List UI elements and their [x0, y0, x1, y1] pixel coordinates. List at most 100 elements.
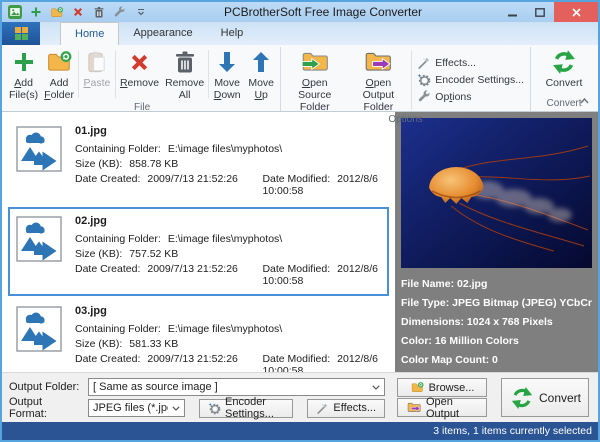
convert-button[interactable]: Convert: [501, 378, 589, 417]
application-menu-button[interactable]: [2, 22, 40, 45]
modified-label: Date Modified:: [262, 173, 330, 185]
open-output-folder-icon: [406, 401, 422, 414]
file-list-item-02[interactable]: 02.jpg Containing Folder:E:\image files\…: [8, 207, 389, 296]
wrench-icon: [417, 90, 431, 104]
add-folder-button[interactable]: AddFolder: [41, 47, 77, 101]
toolbar-more-icon[interactable]: [133, 5, 148, 20]
open-source-folder-icon: [300, 49, 330, 75]
open-source-folder-label: Open SourceFolder: [286, 77, 343, 113]
gear-icon: [417, 73, 431, 87]
add-file-icon[interactable]: [28, 5, 43, 20]
ribbon-group-label-options: Options: [282, 113, 529, 126]
output-settings: Output Folder: [ Same as source image ] …: [9, 378, 385, 417]
image-thumbnail-icon: [16, 216, 62, 262]
file-details: 02.jpg Containing Folder:E:\image files\…: [75, 213, 393, 290]
open-output-folder-button[interactable]: Open OutputFolder: [346, 47, 410, 113]
maximize-button[interactable]: [526, 2, 554, 22]
file-list: 01.jpg Containing Folder: E:\image files\…: [2, 112, 395, 372]
encoder-settings-button-bottom[interactable]: Encoder Settings...: [199, 399, 293, 418]
add-file-icon: [12, 49, 36, 75]
close-button[interactable]: [554, 2, 598, 22]
add-folder-icon: [46, 49, 73, 75]
created-value: 2009/7/13 21:52:26: [147, 263, 238, 275]
folder-label: Containing Folder:: [75, 233, 161, 245]
paste-button[interactable]: Paste: [80, 47, 114, 101]
add-folder-icon[interactable]: [49, 5, 64, 20]
file-details: 01.jpg Containing Folder:E:\image files\…: [75, 123, 393, 200]
file-list-item-03[interactable]: 03.jpg Containing Folder:E:\image files\…: [8, 297, 389, 372]
move-down-button[interactable]: MoveDown: [210, 47, 244, 101]
open-output-button[interactable]: Open Output: [397, 398, 487, 417]
ribbon: AddFile(s) AddFolder Paste Remove: [2, 45, 598, 112]
convert-button-ribbon[interactable]: Convert: [543, 47, 586, 97]
folder-value: E:\image files\myphotos\: [168, 323, 282, 335]
modified-label: Date Modified:: [262, 353, 330, 365]
image-thumbnail-icon: [16, 126, 62, 172]
preview-info: File Name: 02.jpg File Type: JPEG Bitmap…: [401, 278, 592, 366]
modified-label: Date Modified:: [262, 263, 330, 275]
app-image-icon[interactable]: [7, 5, 22, 20]
file-details: 03.jpg Containing Folder: E:\image files\…: [75, 303, 393, 372]
status-text: 3 items, 1 items currently selected: [433, 425, 592, 437]
window-controls: [498, 2, 598, 22]
tab-home[interactable]: Home: [60, 22, 119, 45]
convert-button-label: Convert: [539, 391, 581, 405]
chevron-down-icon: [372, 385, 380, 390]
move-up-button[interactable]: MoveUp: [244, 47, 278, 101]
remove-button[interactable]: Remove: [117, 47, 162, 101]
ribbon-group-label-file: File: [5, 101, 279, 114]
paste-label: Paste: [84, 77, 111, 89]
arrow-down-icon: [217, 49, 237, 75]
output-folder-label: Output Folder:: [9, 381, 82, 393]
size-label: Size (KB):: [75, 338, 122, 350]
main-area: 01.jpg Containing Folder: E:\image files\…: [2, 112, 598, 372]
minimize-button[interactable]: [498, 2, 526, 22]
add-files-button[interactable]: AddFile(s): [6, 47, 41, 101]
size-label: Size (KB):: [75, 248, 122, 260]
add-folder-label: AddFolder: [44, 77, 74, 101]
ribbon-group-options: Open SourceFolder Open OutputFolder Effe…: [282, 46, 529, 111]
add-files-label: AddFile(s): [9, 77, 38, 101]
options-button[interactable]: Options: [417, 90, 524, 104]
options-icon[interactable]: [112, 5, 127, 20]
tab-appearance[interactable]: Appearance: [119, 22, 206, 45]
browse-folder-icon: [410, 381, 425, 394]
separator: [208, 50, 209, 98]
effects-button[interactable]: Effects...: [417, 56, 524, 70]
file-list-item-01[interactable]: 01.jpg Containing Folder:E:\image files\…: [8, 117, 389, 206]
output-folder-combobox[interactable]: [ Same as source image ]: [88, 378, 385, 396]
created-value: 2009/7/13 21:52:26: [147, 353, 238, 365]
tab-help[interactable]: Help: [207, 22, 258, 45]
separator: [411, 50, 412, 110]
image-thumbnail-icon: [16, 306, 62, 352]
options-button-stack: Effects... Encoder Settings... Options: [413, 47, 528, 113]
remove-all-button[interactable]: RemoveAll: [162, 47, 207, 101]
options-label: Options: [435, 91, 471, 103]
remove-all-icon[interactable]: [91, 5, 106, 20]
file-name: 01.jpg: [75, 125, 393, 137]
remove-icon: [128, 49, 151, 75]
folder-label: Containing Folder:: [75, 323, 161, 335]
effects-button-bottom[interactable]: Effects...: [307, 399, 385, 418]
browse-button[interactable]: Browse...: [397, 378, 487, 397]
group-separator: [530, 47, 531, 111]
effects-icon: [316, 402, 329, 415]
remove-all-icon: [173, 49, 197, 75]
browse-label: Browse...: [429, 382, 475, 394]
arrow-up-icon: [251, 49, 271, 75]
open-output-folder-icon: [363, 49, 393, 75]
encoder-settings-button[interactable]: Encoder Settings...: [417, 73, 524, 87]
info-dimensions: Dimensions: 1024 x 768 Pixels: [401, 316, 592, 328]
effects-bottom-label: Effects...: [333, 402, 376, 414]
bottom-right-buttons: Browse... Open Output Convert: [397, 378, 591, 417]
move-down-label: MoveDown: [214, 77, 241, 101]
collapse-ribbon-chevron-icon[interactable]: [577, 95, 591, 107]
output-format-combobox[interactable]: JPEG files (*.jpg): [88, 399, 185, 417]
quick-access-toolbar: [7, 5, 148, 20]
remove-label: Remove: [120, 77, 159, 89]
info-color-map-count: Color Map Count: 0: [401, 354, 592, 366]
open-source-folder-button[interactable]: Open SourceFolder: [283, 47, 346, 113]
remove-icon[interactable]: [70, 5, 85, 20]
size-value: 858.78 KB: [129, 158, 178, 170]
file-name: 03.jpg: [75, 305, 393, 317]
